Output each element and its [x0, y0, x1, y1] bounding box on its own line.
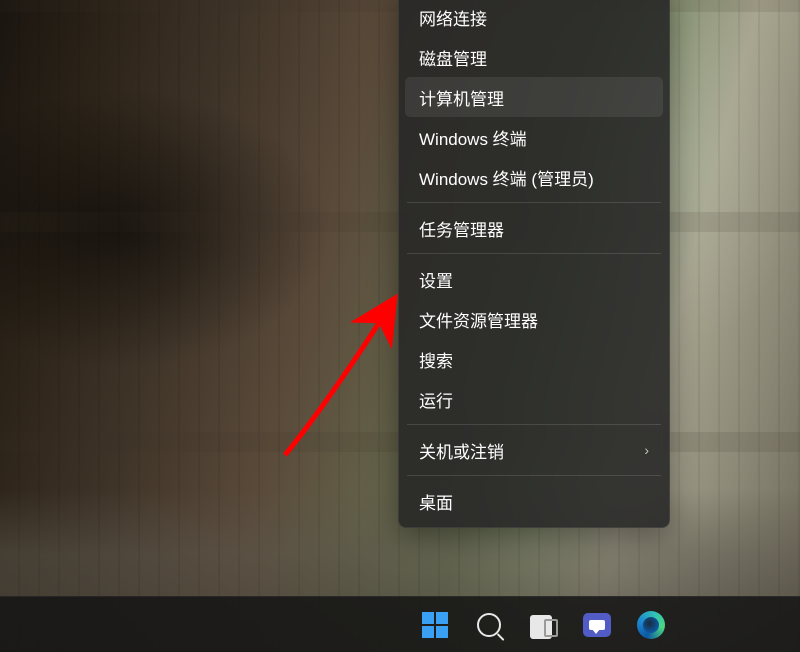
task-view-icon	[530, 615, 556, 635]
taskbar	[0, 596, 800, 652]
menu-item-7[interactable]: 文件资源管理器	[405, 299, 663, 339]
menu-item-9[interactable]: 运行	[405, 379, 663, 419]
chat-button[interactable]	[571, 603, 623, 647]
menu-item-label: 网络连接	[419, 5, 487, 30]
menu-item-5[interactable]: 任务管理器	[405, 208, 663, 248]
edge-button[interactable]	[625, 603, 677, 647]
menu-item-label: 计算机管理	[419, 85, 504, 110]
menu-item-label: 磁盘管理	[419, 45, 487, 70]
start-button[interactable]	[409, 603, 461, 647]
menu-item-3[interactable]: Windows 终端	[405, 117, 663, 157]
menu-item-2[interactable]: 计算机管理	[405, 77, 663, 117]
menu-separator	[407, 253, 661, 254]
menu-separator	[407, 424, 661, 425]
task-view-button[interactable]	[517, 603, 569, 647]
menu-separator	[407, 202, 661, 203]
menu-item-label: 桌面	[419, 489, 453, 514]
menu-item-label: 设置	[419, 267, 453, 292]
winx-context-menu: 网络连接磁盘管理计算机管理 Windows 终端 Windows 终端 (管理员) 任…	[398, 0, 670, 528]
menu-item-label: 文件资源管理器	[419, 307, 538, 332]
menu-separator	[407, 475, 661, 476]
edge-icon	[637, 611, 665, 639]
menu-item-8[interactable]: 搜索	[405, 339, 663, 379]
chat-icon	[583, 613, 611, 637]
menu-item-6[interactable]: 设置	[405, 259, 663, 299]
search-button[interactable]	[463, 603, 515, 647]
menu-item-10[interactable]: 关机或注销 ›	[405, 430, 663, 470]
chevron-right-icon: ›	[644, 442, 649, 458]
menu-item-label: 运行	[419, 387, 453, 412]
menu-item-11[interactable]: 桌面	[405, 481, 663, 521]
menu-item-label: 任务管理器	[419, 216, 504, 241]
menu-item-label: 搜索	[419, 347, 453, 372]
menu-item-label: Windows 终端	[419, 125, 527, 150]
menu-item-0[interactable]: 网络连接	[405, 0, 663, 37]
search-icon	[477, 613, 501, 637]
menu-item-label: 关机或注销	[419, 438, 504, 463]
menu-item-label: Windows 终端 (管理员)	[419, 165, 594, 190]
menu-item-4[interactable]: Windows 终端 (管理员)	[405, 157, 663, 197]
menu-item-1[interactable]: 磁盘管理	[405, 37, 663, 77]
windows-logo-icon	[422, 612, 448, 638]
